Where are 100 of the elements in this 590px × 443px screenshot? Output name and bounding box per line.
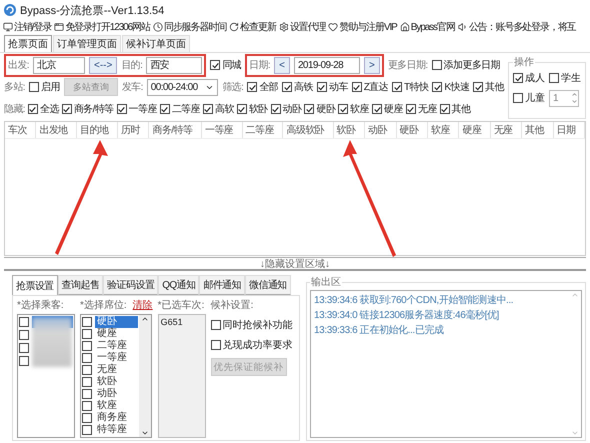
passenger-list[interactable] (17, 314, 75, 438)
toolbar-button[interactable]: 免登录打开12306网站 (54, 20, 150, 34)
previous-date-button[interactable]: < (274, 56, 290, 74)
checkbox[interactable] (473, 82, 484, 92)
checkbox[interactable] (352, 82, 362, 92)
checkbox[interactable] (270, 104, 281, 114)
checkbox-label: 启用 (40, 80, 60, 94)
checkbox[interactable] (236, 104, 247, 114)
input-field[interactable]: 西安 (146, 56, 202, 74)
toolbar-button[interactable]: 检查更新 (229, 20, 276, 34)
input-field[interactable]: 北京 (32, 56, 85, 74)
field-label: 多站: (4, 80, 25, 94)
seat-option[interactable]: 动卧 (95, 388, 138, 400)
checkbox[interactable] (210, 320, 221, 330)
next-date-button[interactable]: > (364, 56, 380, 74)
train-number[interactable]: G651 (160, 317, 203, 327)
page-tab[interactable]: 订单管理页面 (53, 35, 121, 52)
seat-option[interactable]: 二等座 (95, 340, 138, 352)
checkbox[interactable] (82, 401, 92, 411)
checkbox[interactable] (160, 104, 170, 114)
checkbox[interactable] (432, 60, 442, 70)
toolbar-button[interactable]: Bypass官网 (400, 20, 455, 34)
seat-option[interactable]: 特等座 (95, 424, 138, 436)
checkbox[interactable] (392, 82, 402, 92)
seat-option[interactable]: 商务座 (95, 412, 138, 424)
checkbox[interactable] (28, 104, 38, 114)
settings-tab[interactable]: 邮件通知 (199, 275, 246, 295)
toolbar-button[interactable]: 公告：账号多处登录，将互 (458, 20, 576, 34)
checkbox-label: 成人 (525, 72, 545, 85)
checkbox[interactable] (19, 343, 29, 353)
checkbox[interactable] (513, 73, 523, 83)
checkbox[interactable] (372, 104, 382, 114)
checkbox[interactable] (19, 356, 29, 366)
column-header: 历时 (118, 122, 150, 138)
checkbox-label: 兑现成功率要求 (222, 338, 293, 352)
scrollbar[interactable] (139, 315, 151, 437)
settings-tab[interactable]: 查询起售 (58, 275, 104, 295)
toolbar-button[interactable]: 赞助与注册VIP (328, 20, 397, 34)
toolbar-button[interactable]: 设置代理 (278, 20, 326, 34)
date-field[interactable]: 2019-09-28 (294, 56, 360, 74)
page-tab[interactable]: 抢票页面 (4, 35, 52, 52)
checkbox[interactable] (19, 317, 29, 327)
column-header: 车次 (5, 122, 36, 138)
checkbox[interactable] (82, 377, 92, 387)
checkbox[interactable] (82, 317, 92, 327)
settings-tab[interactable]: QQ通知 (158, 275, 200, 295)
checkbox[interactable] (210, 60, 220, 70)
settings-tab[interactable]: 微信通知 (245, 275, 291, 295)
toolbar-button[interactable]: 注销/登录 (3, 20, 52, 34)
checkbox[interactable] (440, 104, 450, 114)
log-line: 13:39:33:6 正在初始化...已完成 (314, 324, 445, 337)
checkbox[interactable] (338, 104, 348, 114)
seat-option[interactable]: 无座 (95, 364, 138, 376)
number-spinner[interactable]: 1 (549, 90, 579, 106)
chevron-down-icon (141, 429, 149, 437)
checkbox[interactable] (19, 330, 29, 340)
seat-list[interactable]: 硬卧 硬座 二等座 一等座 无座 软卧 动卧 软座 商务座 特等座 (80, 314, 152, 438)
checkbox[interactable] (82, 365, 92, 375)
column-header: 日期 (554, 122, 586, 138)
app-logo-icon (4, 4, 16, 16)
seat-option[interactable]: 软卧 (95, 376, 138, 388)
checkbox-label: K快速 (444, 80, 470, 94)
checkbox[interactable] (210, 340, 221, 350)
column-header: 软卧 (334, 122, 366, 138)
field-label: 隐藏: (4, 102, 25, 116)
checkbox[interactable] (513, 93, 523, 103)
checkbox[interactable] (62, 104, 72, 114)
checkbox[interactable] (82, 413, 92, 423)
checkbox[interactable] (202, 104, 213, 114)
checkbox-label: 硬座 (384, 102, 403, 116)
checkbox[interactable] (82, 353, 92, 363)
checkbox[interactable] (432, 82, 442, 92)
hide-settings-toggle[interactable]: ↓隐藏设置区域↓ (260, 256, 330, 270)
time-range-dropdown[interactable]: 00:00-24:00 (146, 78, 218, 96)
seat-option[interactable]: 一等座 (95, 352, 138, 364)
checkbox[interactable] (82, 329, 92, 339)
toolbar-button[interactable]: 同步服务器时间 (152, 20, 226, 34)
clear-link[interactable]: 清除 (132, 298, 153, 312)
checkbox[interactable] (82, 341, 92, 351)
group-title: 输出区 (310, 276, 342, 289)
checkbox[interactable] (406, 104, 416, 114)
checkbox-label: 添加更多日期 (444, 58, 500, 72)
checkbox[interactable] (82, 389, 92, 399)
swap-button[interactable]: <--> (88, 56, 118, 74)
checkbox[interactable] (247, 82, 258, 92)
checkbox[interactable] (304, 104, 314, 114)
checkbox[interactable] (116, 104, 127, 114)
checkbox[interactable] (282, 82, 292, 92)
settings-tab[interactable]: 抢票设置 (12, 275, 58, 295)
column-header: 目的地 (77, 122, 118, 138)
seat-option[interactable]: 软座 (95, 400, 138, 412)
settings-tab[interactable]: 验证码设置 (103, 275, 158, 295)
page-tab[interactable]: 候补订单页面 (122, 35, 190, 52)
checkbox[interactable] (316, 82, 327, 92)
checkbox[interactable] (82, 425, 92, 435)
field-label: 日期: (249, 58, 270, 72)
column-header: 商务/特等 (149, 122, 202, 138)
checkbox[interactable] (549, 73, 559, 83)
seat-option[interactable]: 硬座 (95, 328, 138, 340)
seat-option[interactable]: 硬卧 (95, 316, 138, 328)
